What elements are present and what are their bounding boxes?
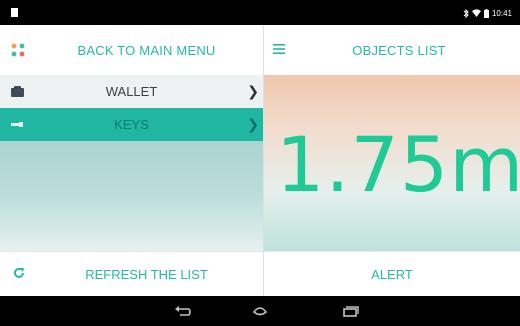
notification-icon	[11, 8, 18, 17]
chevron-right-icon: ❯	[247, 116, 259, 132]
list-item-wallet[interactable]: WALLET ❯	[0, 75, 263, 108]
refresh-the-list-label: REFRESH THE LIST	[85, 266, 208, 282]
objects-list-header[interactable]: OBJECTS LIST	[264, 25, 520, 75]
objects-list-title: OBJECTS LIST	[352, 42, 446, 58]
wifi-icon	[471, 9, 481, 17]
back-to-main-menu-label: BACK TO MAIN MENU	[77, 42, 216, 58]
left-panel: BACK TO MAIN MENU WALLET ❯ KEYS ❯ REFRES…	[0, 25, 263, 296]
wallet-label: WALLET	[105, 84, 158, 99]
keys-label: KEYS	[114, 117, 149, 132]
distance-display: 1.75m	[264, 75, 520, 251]
battery-icon	[483, 8, 489, 18]
home-icon[interactable]	[251, 303, 269, 319]
refresh-the-list-button[interactable]: REFRESH THE LIST	[0, 251, 263, 296]
navigation-bar	[0, 296, 520, 326]
alert-label: ALERT	[371, 266, 413, 282]
recent-apps-icon[interactable]	[342, 303, 360, 319]
objects-list: WALLET ❯ KEYS ❯	[0, 75, 263, 251]
back-icon[interactable]	[174, 303, 192, 319]
alert-button[interactable]: ALERT	[264, 251, 520, 296]
status-bar: 10:41	[0, 0, 520, 25]
bluetooth-icon	[463, 8, 469, 18]
clock: 10:41	[491, 8, 512, 18]
right-panel: OBJECTS LIST 1.75m ALERT	[264, 25, 520, 296]
chevron-right-icon: ❯	[247, 83, 259, 99]
back-to-main-menu-button[interactable]: BACK TO MAIN MENU	[0, 25, 263, 75]
list-item-keys[interactable]: KEYS ❯	[0, 108, 263, 141]
status-icons: 10:41	[463, 7, 512, 19]
distance-value: 1.75m	[276, 120, 520, 209]
